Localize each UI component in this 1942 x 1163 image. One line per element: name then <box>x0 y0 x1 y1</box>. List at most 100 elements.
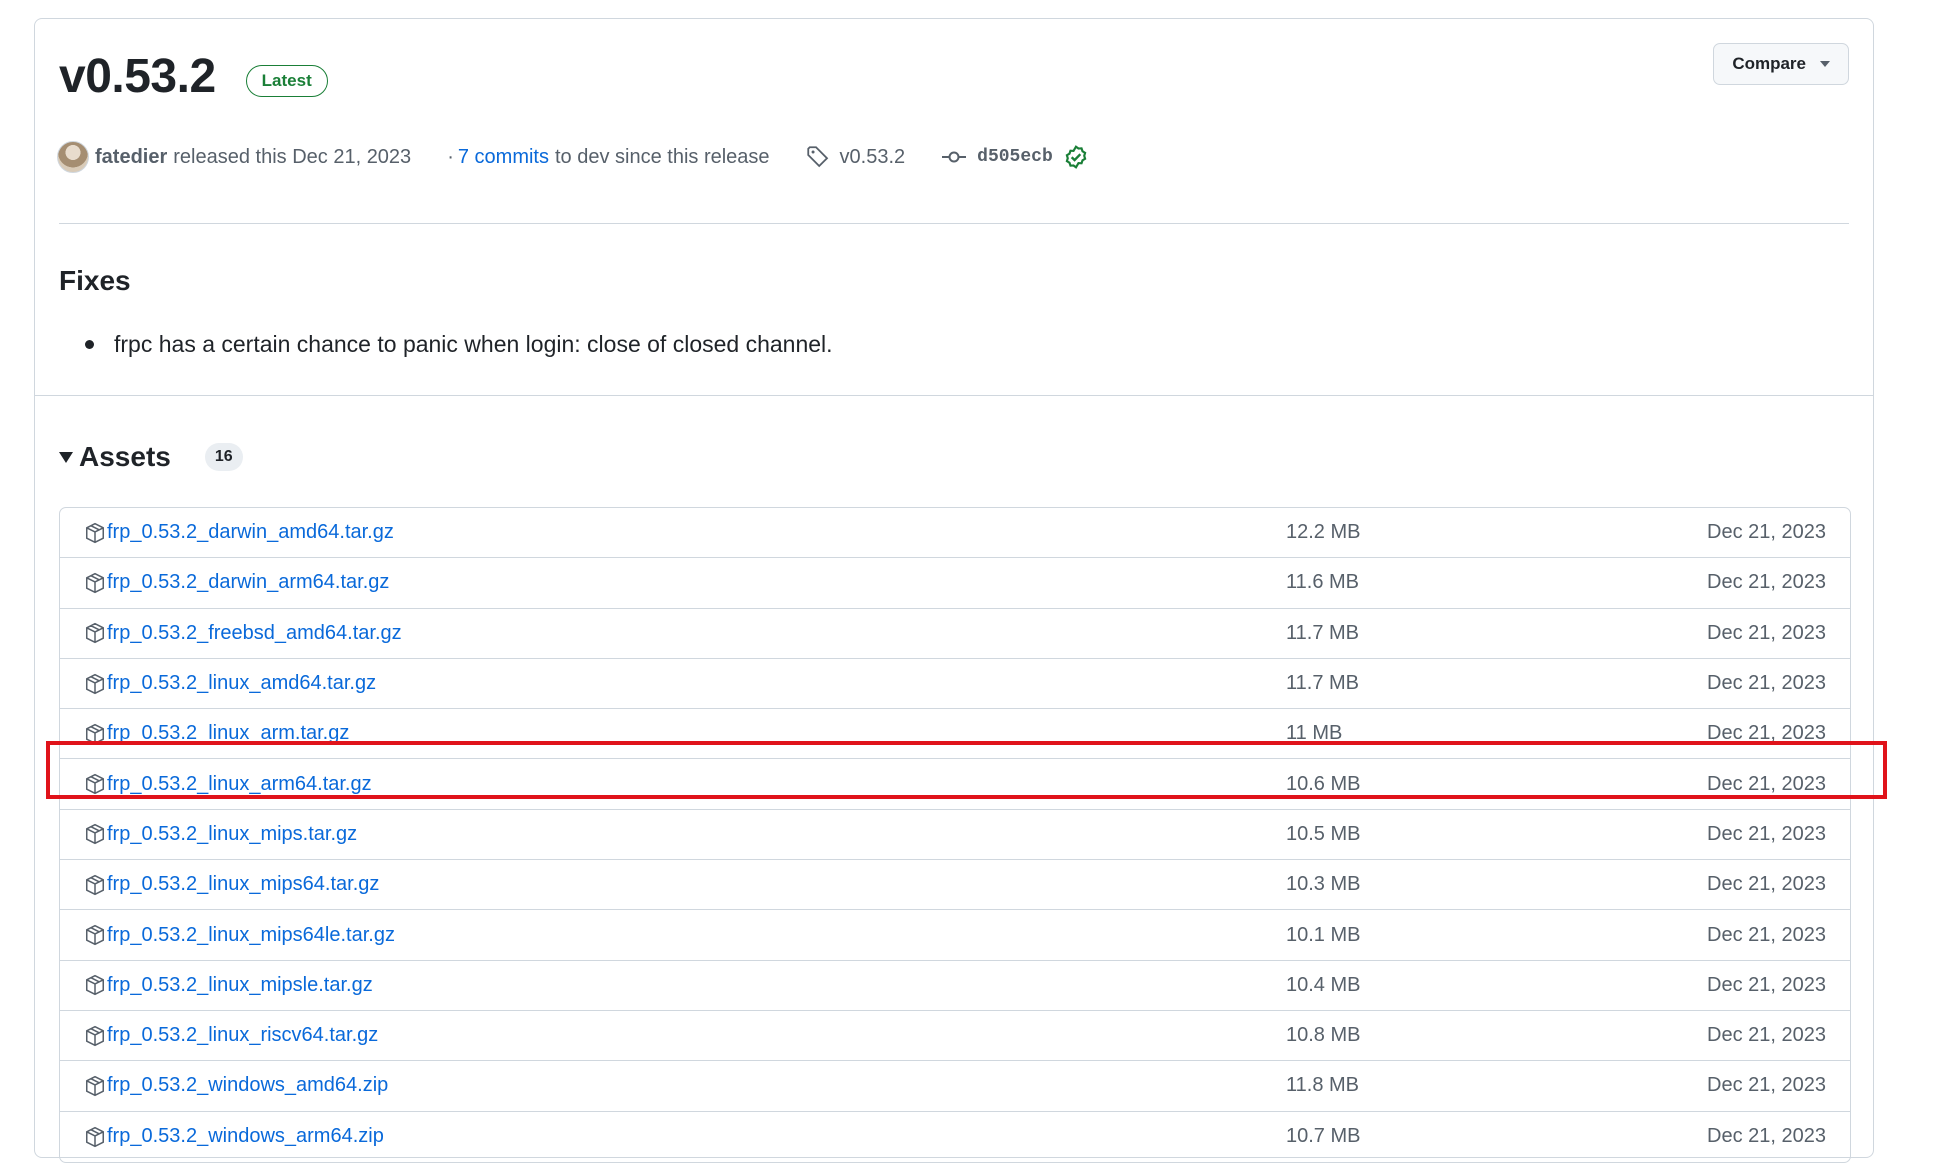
package-icon <box>85 673 105 694</box>
asset-name-cell: frp_0.53.2_linux_arm.tar.gz <box>60 722 1260 745</box>
package-icon <box>85 774 105 795</box>
divider <box>35 395 1873 396</box>
release-header: v0.53.2 Latest <box>59 49 328 104</box>
asset-name-cell: frp_0.53.2_linux_mips64.tar.gz <box>60 873 1260 896</box>
table-row: frp_0.53.2_freebsd_amd64.tar.gz 11.7 MB De… <box>60 609 1850 659</box>
asset-date: Dec 21, 2023 <box>1707 873 1826 896</box>
table-row: frp_0.53.2_darwin_arm64.tar.gz 11.6 MB Dec… <box>60 558 1850 609</box>
package-icon <box>85 874 105 895</box>
asset-date: Dec 21, 2023 <box>1707 1074 1826 1097</box>
table-row: frp_0.53.2_linux_mips64.tar.gz 10.3 MB Dec… <box>60 860 1850 911</box>
asset-name-cell: frp_0.53.2_windows_amd64.zip <box>60 1074 1260 1097</box>
asset-name-cell: frp_0.53.2_linux_mips64le.tar.gz <box>60 924 1260 947</box>
asset-date: Dec 21, 2023 <box>1707 973 1826 996</box>
package-icon <box>85 924 105 946</box>
asset-size: 12.2 MB <box>1286 521 1361 544</box>
asset-date: Dec 21, 2023 <box>1707 822 1826 845</box>
asset-size: 10.6 MB <box>1286 772 1361 795</box>
commit-link[interactable]: d505ecb <box>941 144 1089 170</box>
package-icon <box>85 1126 105 1147</box>
assets-count-badge: 16 <box>204 443 243 471</box>
asset-date: Dec 21, 2023 <box>1707 571 1826 594</box>
package-icon <box>85 572 105 594</box>
tag-link[interactable]: v0.53.2 <box>806 145 906 169</box>
verified-check-icon[interactable] <box>1063 144 1089 170</box>
asset-download-link[interactable]: frp_0.53.2_linux_mipsle.tar.gz <box>107 974 373 997</box>
asset-date: Dec 21, 2023 <box>1707 772 1826 795</box>
asset-download-link[interactable]: frp_0.53.2_windows_arm64.zip <box>107 1125 384 1148</box>
asset-name-cell: frp_0.53.2_darwin_amd64.tar.gz <box>60 521 1260 544</box>
compare-label: Compare <box>1732 54 1806 73</box>
asset-download-link[interactable]: frp_0.53.2_freebsd_amd64.tar.gz <box>107 622 402 645</box>
table-row: frp_0.53.2_linux_riscv64.tar.gz 10.8 MB De… <box>60 1011 1850 1062</box>
asset-date: Dec 21, 2023 <box>1707 923 1826 946</box>
latest-badge: Latest <box>245 64 328 97</box>
git-commit-icon <box>942 151 967 163</box>
chevron-down-icon <box>1820 61 1830 67</box>
asset-download-link[interactable]: frp_0.53.2_linux_riscv64.tar.gz <box>107 1024 378 1047</box>
asset-size: 11.7 MB <box>1286 621 1359 644</box>
assets-title: Assets <box>79 441 171 472</box>
asset-date: Dec 21, 2023 <box>1707 1125 1826 1148</box>
table-row: frp_0.53.2_darwin_amd64.tar.gz 12.2 MB Dec… <box>60 508 1850 559</box>
asset-date: Dec 21, 2023 <box>1707 722 1826 745</box>
package-icon <box>85 1075 105 1097</box>
tag-label: v0.53.2 <box>839 145 906 168</box>
tag-icon <box>806 146 828 168</box>
asset-download-link[interactable]: frp_0.53.2_windows_amd64.zip <box>107 1074 388 1097</box>
package-icon <box>85 723 105 744</box>
package-icon <box>85 623 105 644</box>
asset-download-link[interactable]: frp_0.53.2_linux_mips.tar.gz <box>107 823 357 846</box>
asset-date: Dec 21, 2023 <box>1707 621 1826 644</box>
avatar[interactable] <box>57 141 89 173</box>
asset-name-cell: frp_0.53.2_windows_arm64.zip <box>60 1125 1260 1148</box>
commit-sha: d505ecb <box>977 147 1053 167</box>
list-item-text: frpc has a certain chance to panic when … <box>114 331 833 357</box>
notes-heading: Fixes <box>59 265 131 296</box>
asset-name-cell: frp_0.53.2_freebsd_amd64.tar.gz <box>60 622 1260 645</box>
asset-download-link[interactable]: frp_0.53.2_linux_amd64.tar.gz <box>107 672 376 695</box>
release-title[interactable]: v0.53.2 <box>59 49 216 104</box>
asset-download-link[interactable]: frp_0.53.2_darwin_amd64.tar.gz <box>107 521 394 544</box>
asset-name-cell: frp_0.53.2_darwin_arm64.tar.gz <box>60 571 1260 594</box>
release-card: v0.53.2 Latest Compare fatedier released… <box>34 18 1874 1163</box>
package-icon <box>85 522 105 543</box>
release-meta: fatedier released this Dec 21, 2023 · 7 … <box>57 141 1089 173</box>
asset-size: 11.8 MB <box>1286 1074 1359 1097</box>
table-row: frp_0.53.2_windows_arm64.zip 10.7 MB Dec 2… <box>60 1112 1850 1162</box>
asset-name-cell: frp_0.53.2_linux_mipsle.tar.gz <box>60 974 1260 997</box>
bullet <box>85 340 94 349</box>
asset-name-cell: frp_0.53.2_linux_mips.tar.gz <box>60 823 1260 846</box>
asset-size: 10.5 MB <box>1286 822 1361 845</box>
package-icon <box>85 975 105 996</box>
meta-separator: · <box>447 145 454 168</box>
package-icon <box>85 1025 105 1046</box>
table-row: frp_0.53.2_linux_mipsle.tar.gz 10.4 MB Dec… <box>60 961 1850 1011</box>
table-row: frp_0.53.2_linux_arm.tar.gz 11 MB Dec 21, … <box>60 709 1850 760</box>
package-icon <box>85 824 105 845</box>
asset-size: 10.1 MB <box>1286 923 1361 946</box>
notes-list: frpc has a certain chance to panic when … <box>85 331 833 358</box>
compare-button[interactable]: Compare <box>1713 43 1849 85</box>
commits-link[interactable]: 7 commits <box>458 146 549 169</box>
table-row: frp_0.53.2_linux_mips64le.tar.gz 10.1 MB D… <box>60 910 1850 961</box>
commits-suffix: to dev since this release <box>554 145 770 168</box>
asset-download-link[interactable]: frp_0.53.2_linux_mips64le.tar.gz <box>107 924 395 947</box>
asset-name-cell: frp_0.53.2_linux_amd64.tar.gz <box>60 672 1260 695</box>
asset-size: 10.7 MB <box>1286 1125 1361 1148</box>
asset-date: Dec 21, 2023 <box>1707 521 1826 544</box>
asset-download-link[interactable]: frp_0.53.2_linux_arm64.tar.gz <box>107 773 372 796</box>
asset-download-link[interactable]: frp_0.53.2_linux_arm.tar.gz <box>107 722 349 745</box>
asset-download-link[interactable]: frp_0.53.2_linux_mips64.tar.gz <box>107 873 379 896</box>
asset-name-cell: frp_0.53.2_linux_riscv64.tar.gz <box>60 1024 1260 1047</box>
asset-size: 11.6 MB <box>1286 571 1359 594</box>
triangle-down-icon <box>59 451 73 463</box>
table-row: frp_0.53.2_linux_arm64.tar.gz 10.6 MB Dec … <box>60 759 1850 810</box>
author-link[interactable]: fatedier <box>95 146 167 169</box>
asset-size: 10.3 MB <box>1286 873 1361 896</box>
list-item: frpc has a certain chance to panic when … <box>85 331 833 358</box>
asset-download-link[interactable]: frp_0.53.2_darwin_arm64.tar.gz <box>107 571 389 594</box>
divider <box>59 223 1849 224</box>
assets-toggle[interactable]: Assets 16 <box>59 441 243 473</box>
asset-size: 10.8 MB <box>1286 1024 1361 1047</box>
